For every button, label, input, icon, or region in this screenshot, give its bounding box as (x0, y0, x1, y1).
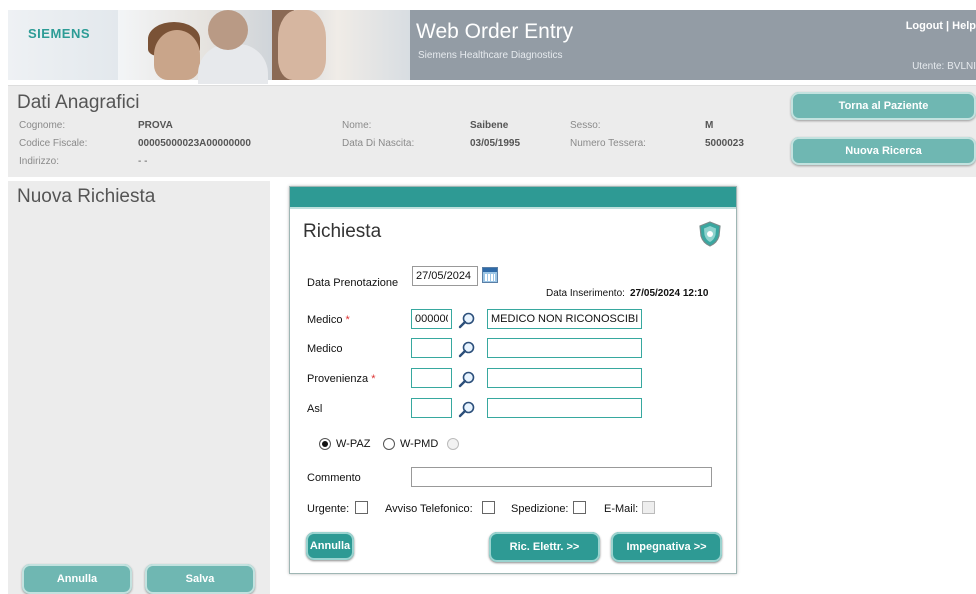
left-panel: Nuova Richiesta Annulla Salva (8, 177, 270, 594)
dialog-annulla-button[interactable]: Annulla (306, 532, 354, 560)
indirizzo-value: - - (138, 156, 148, 167)
email-checkbox (642, 501, 655, 514)
provenienza-label: Provenienza * (307, 373, 376, 385)
nome-value: Saibene (470, 120, 509, 131)
medico-secondary-code-input[interactable] (411, 338, 452, 358)
data-prenotazione-input[interactable] (412, 266, 478, 286)
radio-disabled (447, 438, 459, 450)
app-title: Web Order Entry (416, 20, 574, 43)
medico-secondary-label: Medico (307, 343, 343, 355)
nuova-richiesta-title: Nuova Richiesta (17, 186, 156, 207)
calendar-icon[interactable] (482, 267, 498, 283)
spedizione-label: Spedizione: (511, 503, 569, 515)
app-header: SIEMENS Web Order Entry Siemens Healthca… (8, 10, 976, 84)
provenienza-code-input[interactable] (411, 368, 452, 388)
search-icon[interactable] (458, 370, 476, 388)
app-subtitle: Siemens Healthcare Diagnostics (418, 50, 563, 61)
cognome-label: Cognome: (19, 120, 66, 131)
data-inserimento-label: Data Inserimento: (546, 288, 625, 299)
dialog-title: Richiesta (303, 221, 382, 242)
asl-code-input[interactable] (411, 398, 452, 418)
search-icon[interactable] (458, 400, 476, 418)
avviso-telefonico-checkbox[interactable] (482, 501, 495, 514)
left-annulla-button[interactable]: Annulla (22, 564, 132, 594)
ric-elettr-button[interactable]: Ric. Elettr. >> (489, 532, 600, 562)
sesso-value: M (705, 120, 714, 131)
dialog-title-bar (290, 187, 736, 209)
nome-label: Nome: (342, 120, 372, 131)
medico-secondary-name-input[interactable] (487, 338, 642, 358)
commento-label: Commento (307, 472, 361, 484)
medico-label: Medico * (307, 314, 350, 326)
required-mark: * (345, 314, 350, 326)
numero-tessera-label: Numero Tessera: (570, 138, 646, 149)
provenienza-name-input[interactable] (487, 368, 642, 388)
email-label: E-Mail: (604, 503, 639, 515)
commento-input[interactable] (411, 467, 712, 487)
patient-info-panel: Dati Anagrafici Cognome: PROVA Codice Fi… (8, 85, 976, 177)
data-prenotazione-label: Data Prenotazione (307, 277, 399, 289)
header-photo (118, 10, 410, 84)
richiesta-dialog: Richiesta Data Prenotazione Data Inserim… (289, 186, 737, 574)
salva-button[interactable]: Salva (145, 564, 255, 594)
radio-w-paz-label: W-PAZ (336, 438, 371, 450)
avviso-telefonico-label: Avviso Telefonico: (385, 503, 473, 515)
urgente-checkbox[interactable] (355, 501, 368, 514)
data-inserimento-value: 27/05/2024 12:10 (630, 288, 709, 299)
medico-code-input[interactable] (411, 309, 452, 329)
torna-al-paziente-button[interactable]: Torna al Paziente (791, 92, 976, 120)
data-nascita-value: 03/05/1995 (470, 138, 521, 149)
required-mark: * (371, 373, 376, 385)
data-nascita-label: Data Di Nascita: (342, 138, 415, 149)
asl-name-input[interactable] (487, 398, 642, 418)
cognome-value: PROVA (138, 120, 173, 131)
indirizzo-label: Indirizzo: (19, 156, 60, 167)
logout-help-link[interactable]: Logout | Help (906, 20, 976, 32)
spedizione-checkbox[interactable] (573, 501, 586, 514)
radio-w-pmd[interactable] (383, 438, 395, 450)
user-label: Utente: BVLNI (912, 61, 976, 72)
sesso-label: Sesso: (570, 120, 601, 131)
radio-w-pmd-label: W-PMD (400, 438, 439, 450)
radio-w-paz[interactable] (319, 438, 331, 450)
search-icon[interactable] (458, 311, 476, 329)
patient-section-title: Dati Anagrafici (17, 92, 140, 113)
siemens-logo: SIEMENS (28, 26, 91, 41)
codice-fiscale-label: Codice Fiscale: (19, 138, 88, 149)
asl-label: Asl (307, 403, 323, 415)
medico-name-input[interactable] (487, 309, 642, 329)
urgente-label: Urgente: (307, 503, 350, 515)
codice-fiscale-value: 00005000023A00000000 (138, 138, 251, 149)
nuova-ricerca-button[interactable]: Nuova Ricerca (791, 137, 976, 165)
search-icon[interactable] (458, 340, 476, 358)
impegnativa-button[interactable]: Impegnativa >> (611, 532, 722, 562)
shield-icon (699, 221, 721, 247)
numero-tessera-value: 5000023 (705, 138, 744, 149)
